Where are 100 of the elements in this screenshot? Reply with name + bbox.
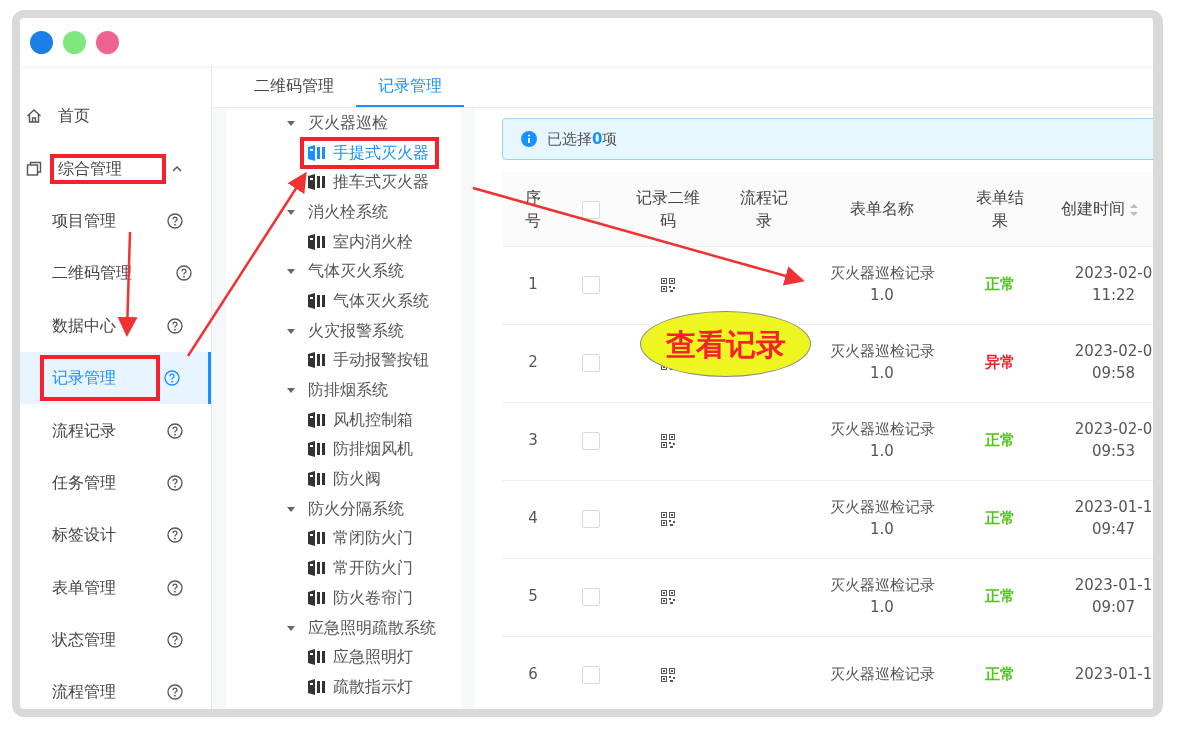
help-icon	[164, 370, 180, 387]
menu-label: 状态管理	[51, 629, 117, 652]
help-icon	[167, 422, 183, 439]
form-version: 1.0	[869, 285, 895, 306]
status-text: 异常	[985, 352, 1015, 374]
checkbox[interactable]	[581, 665, 600, 684]
help-icon	[167, 317, 183, 334]
menu-group[interactable]: 综合管理	[50, 153, 166, 184]
row-number: 1	[527, 274, 539, 296]
menu-label: 数据中心	[51, 314, 117, 337]
qr-code-icon[interactable]	[661, 511, 675, 526]
menu-item[interactable]: 流程记录	[20, 404, 211, 457]
checkbox[interactable]	[581, 509, 600, 528]
tree-node[interactable]: 防排烟系统	[304, 378, 392, 403]
status-text: 正常	[985, 664, 1015, 686]
column-header: 流程记录	[740, 187, 788, 230]
menu-item[interactable]: 任务管理	[20, 456, 211, 510]
qr-code-icon[interactable]	[661, 589, 675, 604]
tree-node[interactable]: 防火阀	[300, 463, 391, 496]
menu-item[interactable]: 数据中心	[20, 299, 211, 352]
info-icon	[521, 131, 537, 147]
created-time: 09:58	[1090, 363, 1137, 384]
help-icon	[176, 265, 192, 282]
checkbox[interactable]	[581, 275, 600, 294]
row-number: 2	[527, 352, 539, 374]
qr-code-icon[interactable]	[661, 667, 675, 682]
help-icon	[167, 527, 183, 544]
column-header: 创建时间	[1061, 199, 1125, 219]
status-text: 正常	[985, 430, 1015, 452]
checkbox[interactable]	[581, 587, 600, 606]
menu-item[interactable]: 状态管理	[20, 613, 211, 667]
form-name: 灭火器巡检记录	[828, 419, 936, 441]
menu-item[interactable]: 表单管理	[20, 561, 211, 614]
sort-icon	[1129, 202, 1139, 217]
form-name: 灭火器巡检记录	[828, 497, 936, 519]
menu-item[interactable]: 流程管理	[20, 666, 211, 709]
tree-node[interactable]: 防排烟风机	[300, 433, 423, 466]
tree-node[interactable]: 室内消火栓	[300, 225, 423, 258]
form-name: 灭火器巡检记录	[828, 664, 936, 686]
created-time: 09:47	[1090, 519, 1137, 540]
row-number: 4	[527, 508, 539, 530]
tree-node[interactable]: 灭火器巡检	[304, 110, 392, 135]
home-icon	[26, 108, 42, 125]
menu-item[interactable]: 首页	[58, 104, 90, 129]
status-text: 正常	[985, 586, 1015, 608]
created-date: 2023-01-1	[1073, 664, 1153, 686]
created-date: 2023-02-0	[1073, 341, 1153, 363]
checkbox[interactable]	[581, 353, 600, 372]
created-date: 2023-01-1	[1073, 497, 1153, 519]
status-text: 正常	[985, 274, 1015, 296]
qr-code-icon[interactable]	[661, 433, 675, 448]
form-version: 1.0	[869, 441, 895, 462]
help-icon	[167, 684, 183, 701]
form-version: 1.0	[869, 363, 895, 384]
tree-node[interactable]: 消火栓系统	[304, 199, 392, 224]
created-date: 2023-01-1	[1073, 575, 1153, 597]
tree-node[interactable]: 应急照明疏散系统	[304, 615, 440, 640]
created-time: 09:07	[1090, 597, 1137, 618]
form-name: 灭火器巡检记录	[828, 341, 936, 363]
menu-label: 表单管理	[51, 576, 117, 599]
checkbox[interactable]	[581, 200, 600, 219]
tree-node[interactable]: 风机控制箱	[300, 403, 423, 436]
tree-node[interactable]: 气体灭火系统	[300, 284, 439, 317]
tree-node[interactable]: 防火分隔系统	[304, 496, 408, 521]
created-time: 09:53	[1090, 441, 1137, 462]
menu-label: 项目管理	[51, 209, 117, 232]
help-icon	[167, 474, 183, 491]
selection-count: 已选择0项	[547, 128, 618, 150]
menu-label: 标签设计	[51, 524, 117, 547]
status-text: 正常	[985, 508, 1015, 530]
qr-code-icon[interactable]	[661, 277, 675, 292]
created-date: 2023-02-0	[1073, 263, 1153, 285]
form-name: 灭火器巡检记录	[828, 575, 936, 597]
menu-label: 记录管理	[40, 355, 160, 402]
window-dot[interactable]	[30, 30, 53, 54]
menu-item[interactable]: 标签设计	[20, 509, 211, 562]
help-icon	[167, 632, 183, 649]
tree-node[interactable]: 火灾报警系统	[304, 318, 408, 343]
form-version: 1.0	[869, 597, 895, 618]
window-dot[interactable]	[63, 30, 86, 54]
tree-node[interactable]: 常闭防火门	[300, 522, 423, 555]
column-header: 表单结果	[976, 187, 1024, 230]
column-header: 表单名称	[850, 199, 914, 219]
tree-node[interactable]: 手动报警按钮	[300, 344, 439, 377]
form-version: 1.0	[869, 519, 895, 540]
menu-label: 任务管理	[51, 471, 117, 494]
window-dot[interactable]	[96, 30, 119, 54]
created-date: 2023-02-0	[1073, 419, 1153, 441]
help-icon	[167, 579, 183, 596]
row-number: 5	[527, 586, 539, 608]
menu-label: 流程管理	[51, 681, 117, 704]
row-number: 6	[527, 664, 539, 686]
checkbox[interactable]	[581, 431, 600, 450]
menu-item[interactable]: 项目管理	[20, 194, 211, 248]
column-header: 记录二维码	[636, 187, 700, 230]
tree-node[interactable]: 推车式灭火器	[300, 166, 439, 199]
window-icon	[26, 160, 42, 177]
help-icon	[167, 212, 183, 229]
tree-node[interactable]: 气体灭火系统	[304, 259, 408, 284]
tab[interactable]: 二维码管理	[232, 66, 356, 107]
